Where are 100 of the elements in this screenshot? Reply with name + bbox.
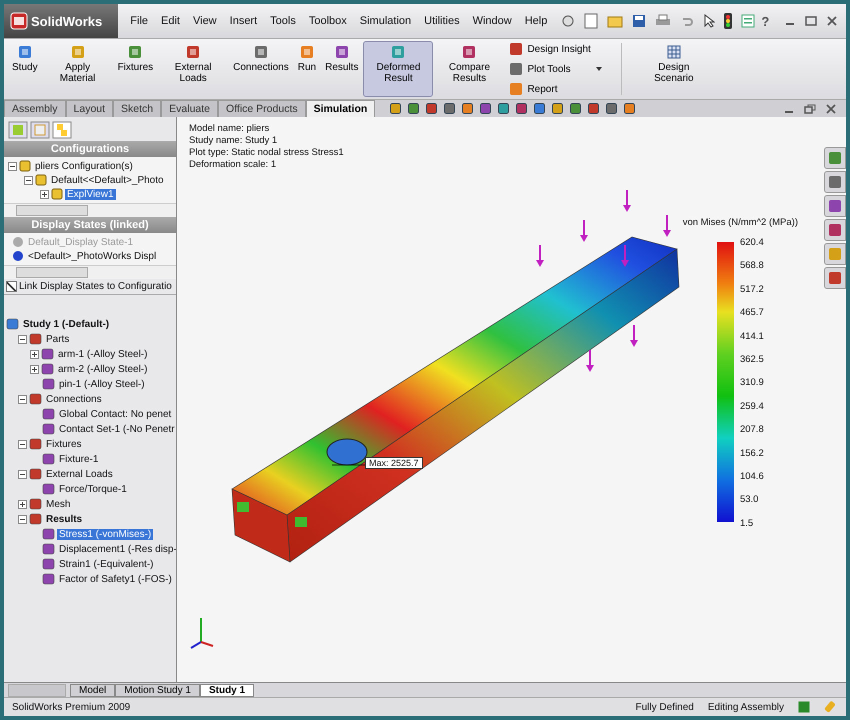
expand-toggle[interactable]: [40, 190, 49, 198]
view-tool-icon[interactable]: [443, 102, 456, 115]
close-icon[interactable]: [826, 104, 836, 114]
expand-toggle[interactable]: [30, 364, 39, 374]
view-tool-icon[interactable]: [569, 102, 582, 115]
expand-toggle[interactable]: [18, 500, 27, 508]
ribbon-button[interactable]: Run: [294, 41, 320, 97]
tree-item[interactable]: arm-2 (-Alloy Steel-): [56, 364, 150, 374]
expand-toggle[interactable]: [24, 176, 33, 184]
horizontal-scrollbar[interactable]: [4, 203, 176, 217]
tree-item[interactable]: Study 1 (-Default-): [21, 318, 112, 330]
ribbon-button[interactable]: Report: [509, 82, 591, 96]
tree-item[interactable]: Factor of Safety1 (-FOS-): [57, 574, 174, 584]
tree-item[interactable]: Contact Set-1 (-No Penetr: [57, 424, 176, 434]
view-tool-icon[interactable]: [461, 102, 474, 115]
menu-item[interactable]: Insert: [230, 15, 258, 27]
expand-toggle[interactable]: [18, 514, 27, 524]
caret-icon[interactable]: [596, 67, 602, 71]
feature-tree-tab-icon[interactable]: [8, 121, 28, 139]
horizontal-scrollbar[interactable]: [4, 265, 176, 279]
menu-item[interactable]: Edit: [161, 15, 180, 27]
display-state-item[interactable]: <Default>_PhotoWorks Displ: [26, 250, 158, 262]
tree-item[interactable]: Results: [44, 514, 84, 524]
tab[interactable]: Evaluate: [161, 100, 218, 117]
tree-item[interactable]: Global Contact: No penet: [57, 408, 174, 420]
property-tab-icon[interactable]: [30, 121, 50, 139]
expand-toggle[interactable]: [18, 394, 27, 404]
new-file-icon[interactable]: [584, 13, 598, 29]
tab[interactable]: Motion Study 1: [115, 684, 200, 697]
view-tool-icon[interactable]: [623, 102, 636, 115]
tab[interactable]: Study 1: [200, 684, 254, 697]
view-tool-icon[interactable]: [497, 102, 510, 115]
expand-toggle[interactable]: [18, 440, 27, 448]
tab[interactable]: Assembly: [4, 100, 66, 117]
tab[interactable]: Model: [70, 684, 116, 697]
tree-item[interactable]: Displacement1 (-Res disp-: [57, 544, 176, 554]
tree-item[interactable]: Fixture-1: [57, 454, 100, 464]
task-pane-button[interactable]: [824, 267, 846, 289]
task-pane-button[interactable]: [824, 219, 846, 241]
ribbon-button[interactable]: Plot Tools: [509, 62, 591, 76]
view-tool-icon[interactable]: [605, 102, 618, 115]
menu-item[interactable]: Tools: [270, 15, 296, 27]
tree-item[interactable]: External Loads: [44, 468, 115, 480]
save-icon[interactable]: [632, 14, 646, 28]
ribbon-button[interactable]: Connections: [229, 41, 293, 97]
menu-item[interactable]: Help: [524, 15, 548, 27]
ribbon-button[interactable]: Design Insight: [509, 42, 591, 56]
tree-item[interactable]: Force/Torque-1: [57, 484, 129, 494]
menu-item[interactable]: Utilities: [424, 15, 460, 27]
restore-icon[interactable]: [804, 104, 816, 114]
ribbon-button[interactable]: Fixtures: [114, 41, 158, 97]
tree-item[interactable]: Connections: [44, 394, 104, 404]
task-pane-button[interactable]: [824, 171, 846, 193]
tree-item[interactable]: Mesh: [44, 498, 72, 510]
ribbon-button[interactable]: Study: [8, 41, 42, 97]
menu-item[interactable]: File: [130, 15, 148, 27]
options-icon[interactable]: [741, 14, 756, 28]
ribbon-button[interactable]: External Loads: [158, 41, 228, 97]
traffic-light-icon[interactable]: [724, 13, 732, 29]
tree-item[interactable]: arm-1 (-Alloy Steel-): [56, 348, 150, 360]
ribbon-button[interactable]: Compare Results: [434, 41, 504, 97]
tree-item[interactable]: pliers Configuration(s): [33, 160, 135, 172]
view-tool-icon[interactable]: [389, 102, 402, 115]
cursor-icon[interactable]: [703, 14, 716, 28]
ribbon-button[interactable]: Design Scenario: [638, 41, 709, 97]
task-pane-button[interactable]: [824, 195, 846, 217]
ribbon-button[interactable]: Results: [321, 41, 362, 97]
menu-item[interactable]: Window: [472, 15, 512, 27]
tree-item[interactable]: Stress1 (-vonMises-): [57, 528, 154, 540]
view-tool-icon[interactable]: [587, 102, 600, 115]
tree-item[interactable]: Parts: [44, 334, 72, 344]
tree-item[interactable]: Fixtures: [44, 438, 84, 450]
tab[interactable]: Layout: [66, 100, 114, 117]
configuration-tab-icon[interactable]: [52, 121, 72, 139]
menu-item[interactable]: View: [192, 15, 217, 27]
help-button[interactable]: ?: [761, 14, 770, 28]
tab[interactable]: Office Products: [218, 100, 306, 117]
print-icon[interactable]: [655, 14, 672, 28]
tree-item[interactable]: pin-1 (-Alloy Steel-): [57, 378, 147, 390]
view-tool-icon[interactable]: [533, 102, 546, 115]
expand-toggle[interactable]: [30, 350, 39, 358]
expand-toggle[interactable]: [18, 334, 27, 344]
view-tool-icon[interactable]: [551, 102, 564, 115]
view-tool-icon[interactable]: [515, 102, 528, 115]
expand-toggle[interactable]: [8, 162, 17, 170]
tab[interactable]: Simulation: [306, 100, 376, 117]
tree-item[interactable]: ExplView1: [65, 188, 116, 200]
tree-item[interactable]: Strain1 (-Equivalent-): [57, 558, 156, 570]
view-tool-icon[interactable]: [479, 102, 492, 115]
view-tool-icon[interactable]: [425, 102, 438, 115]
menu-item[interactable]: Toolbox: [308, 15, 347, 27]
maximize-icon[interactable]: [805, 16, 818, 26]
task-pane-button[interactable]: [824, 147, 846, 169]
view-tool-icon[interactable]: [407, 102, 420, 115]
ribbon-button[interactable]: Apply Material: [42, 41, 113, 97]
close-icon[interactable]: [827, 16, 838, 26]
expand-toggle[interactable]: [18, 470, 27, 478]
ribbon-button[interactable]: Deformed Result: [363, 41, 434, 97]
tree-item[interactable]: Default<<Default>_Photo: [49, 174, 166, 186]
menu-item[interactable]: Simulation: [360, 15, 412, 27]
